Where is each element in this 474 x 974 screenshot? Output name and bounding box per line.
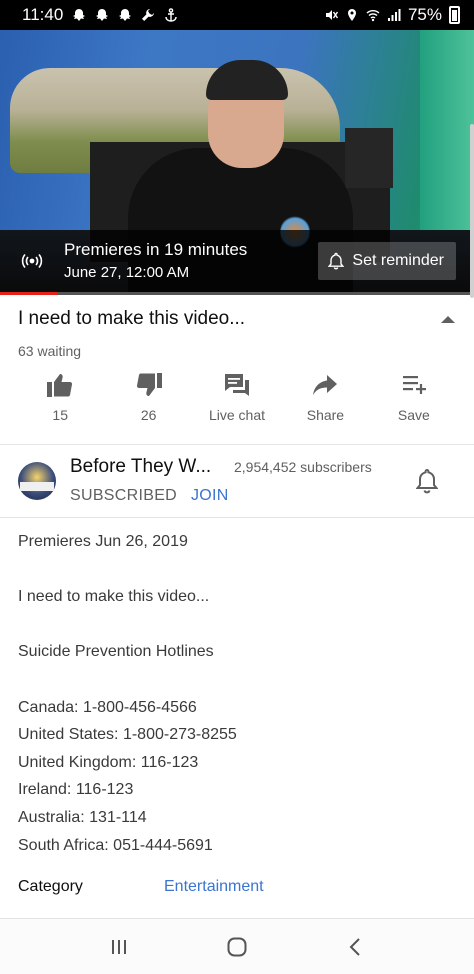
wifi-icon	[366, 10, 380, 22]
video-progress-bar[interactable]	[0, 292, 474, 295]
location-icon	[347, 9, 356, 21]
thumbs-down-icon	[136, 373, 162, 396]
set-reminder-label: Set reminder	[352, 252, 444, 269]
set-reminder-button[interactable]: Set reminder	[318, 242, 456, 280]
snapchat-icon	[96, 9, 109, 21]
back-button[interactable]	[335, 927, 375, 967]
battery-percent: 75%	[407, 5, 442, 24]
dislike-button[interactable]: 26	[104, 372, 192, 436]
channel-row: Before They W... 2,954,452 subscribers S…	[0, 446, 474, 518]
share-icon	[313, 375, 338, 395]
snapchat-icon	[73, 9, 86, 21]
thumbnail-green-screen	[420, 30, 474, 230]
hotline-line: United States: 1-800-273-8255	[18, 726, 237, 744]
signal-icon	[387, 9, 401, 21]
hotline-line: United Kingdom: 116-123	[18, 753, 199, 771]
video-title-row[interactable]: I need to make this video...	[18, 308, 458, 330]
dislike-count: 26	[140, 407, 157, 423]
live-chat-label: Live chat	[208, 407, 266, 423]
back-chevron-icon	[349, 937, 360, 956]
video-title: I need to make this video...	[18, 308, 246, 329]
share-button[interactable]: Share	[281, 372, 369, 436]
hotline-line: South Africa: 051-444-5691	[18, 836, 213, 854]
hotline-line: Ireland: 116-123	[18, 781, 134, 799]
notification-bell-icon[interactable]	[415, 468, 439, 499]
video-actions: 15 26 Live chat Share Save	[0, 372, 474, 436]
premiere-date-line: Premieres Jun 26, 2019	[18, 533, 188, 550]
channel-avatar[interactable]	[18, 462, 56, 500]
home-icon	[227, 937, 247, 956]
battery-icon	[449, 6, 460, 24]
channel-name[interactable]: Before They W...	[70, 456, 211, 478]
live-chat-button[interactable]: Live chat	[193, 372, 281, 436]
snapchat-icon	[119, 9, 132, 21]
divider	[0, 444, 474, 445]
like-button[interactable]: 15	[16, 372, 104, 436]
mute-icon	[325, 10, 338, 20]
hotline-line: Australia: 131-114	[18, 808, 147, 826]
live-broadcast-icon	[0, 253, 64, 269]
waiting-count: 63 waiting	[18, 343, 82, 359]
category-link[interactable]: Entertainment	[164, 878, 264, 896]
like-count: 15	[52, 407, 68, 423]
android-nav-bar	[0, 918, 474, 974]
category-label: Category	[18, 878, 83, 895]
divider	[0, 517, 474, 518]
bell-icon	[328, 252, 345, 270]
save-playlist-icon	[402, 376, 426, 394]
anchor-icon	[165, 8, 177, 22]
video-player[interactable]: Premieres in 19 minutes June 27, 12:00 A…	[0, 30, 474, 295]
recent-apps-button[interactable]	[99, 927, 139, 967]
status-bar: 11:40 75%	[0, 0, 474, 30]
recent-apps-icon	[112, 939, 126, 954]
avatar-logo-band	[20, 482, 54, 491]
premiere-date: June 27, 12:00 AM	[64, 264, 190, 281]
video-description: Premieres Jun 26, 2019 I need to make th…	[18, 528, 458, 859]
scrollbar[interactable]	[470, 124, 474, 298]
video-progress-fill	[0, 292, 57, 295]
save-button[interactable]: Save	[370, 372, 458, 436]
share-label: Share	[306, 407, 345, 423]
collapse-chevron-icon[interactable]	[438, 309, 458, 329]
hotlines-heading: Suicide Prevention Hotlines	[18, 643, 214, 661]
subscriber-count: 2,954,452 subscribers	[234, 459, 372, 475]
subscribed-button[interactable]: SUBSCRIBED	[70, 487, 177, 505]
premiere-banner: Premieres in 19 minutes June 27, 12:00 A…	[0, 230, 474, 292]
wrench-icon	[142, 9, 155, 21]
join-button[interactable]: JOIN	[191, 487, 229, 505]
thumbnail-monitor	[345, 128, 393, 188]
hotline-line: Canada: 1-800-456-4566	[18, 698, 197, 716]
status-time: 11:40	[22, 5, 64, 24]
thumbs-up-icon	[47, 374, 73, 397]
description-summary: I need to make this video...	[18, 588, 210, 606]
live-chat-icon	[225, 374, 250, 396]
home-button[interactable]	[217, 927, 257, 967]
premiere-countdown: Premieres in 19 minutes	[64, 240, 248, 259]
save-label: Save	[397, 407, 430, 423]
